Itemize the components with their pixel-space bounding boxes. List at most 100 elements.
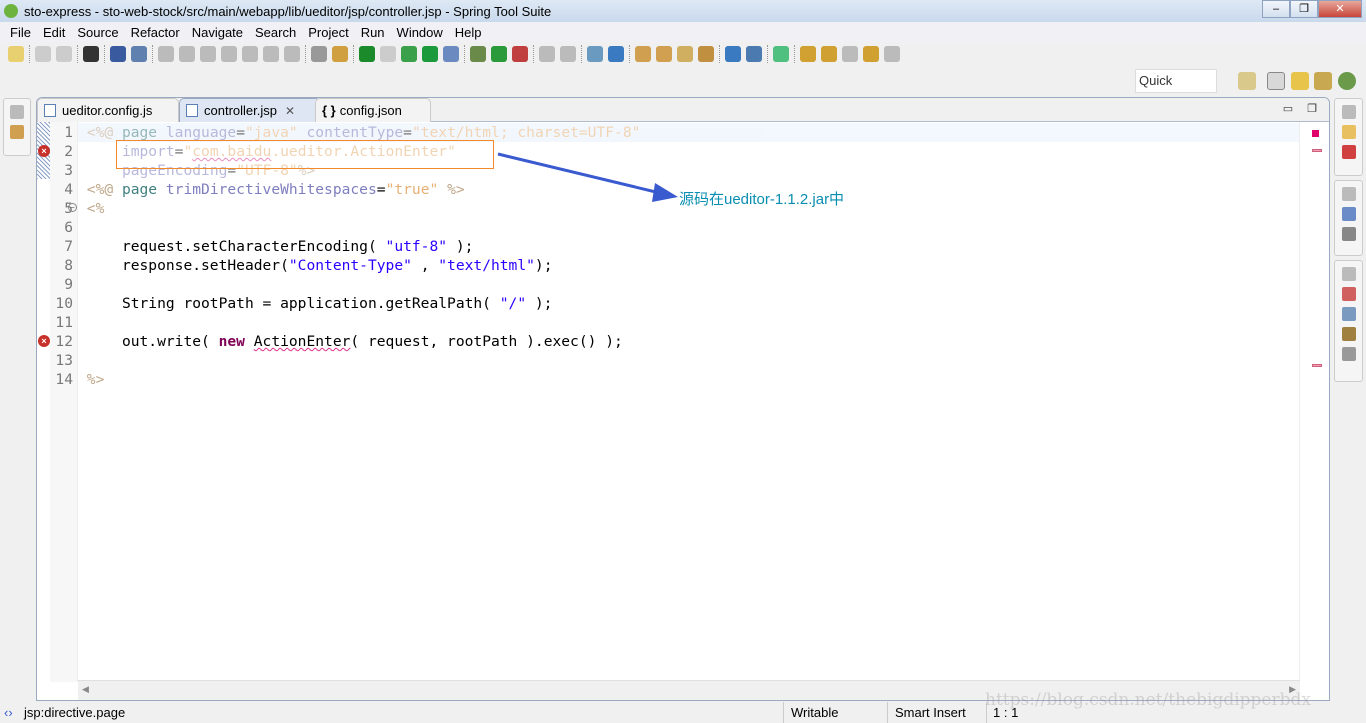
toolbar-button-icon[interactable] — [311, 46, 327, 62]
outline-icon[interactable] — [1341, 207, 1356, 221]
error-icon[interactable]: × — [38, 335, 50, 347]
toolbar-button-icon[interactable] — [332, 46, 348, 62]
servers-icon[interactable] — [1341, 287, 1356, 301]
toolbar-button-icon[interactable] — [842, 46, 858, 62]
toolbar-button-icon[interactable] — [863, 46, 879, 62]
toolbar-button-icon[interactable] — [677, 46, 693, 62]
toolbar-button-icon[interactable] — [821, 46, 837, 62]
toolbar-button-icon[interactable] — [587, 46, 603, 62]
menu-search[interactable]: Search — [249, 25, 302, 40]
fold-toggle-icon[interactable]: − — [68, 203, 77, 212]
toolbar-button-icon[interactable] — [83, 46, 99, 62]
toolbar-button-icon[interactable] — [380, 46, 396, 62]
toolbar-button-icon[interactable] — [635, 46, 651, 62]
menu-help[interactable]: Help — [449, 25, 488, 40]
console-icon[interactable] — [1341, 227, 1356, 241]
line-number: 4 — [64, 181, 73, 198]
toolbar-button-icon[interactable] — [56, 46, 72, 62]
toolbar-button-icon[interactable] — [443, 46, 459, 62]
progress-icon[interactable] — [1341, 327, 1356, 341]
toolbar-button-icon[interactable] — [491, 46, 507, 62]
restore-icon[interactable] — [1341, 105, 1356, 119]
overview-ruler[interactable] — [1299, 122, 1329, 682]
error-marker[interactable] — [1312, 364, 1322, 367]
menu-run[interactable]: Run — [355, 25, 391, 40]
toolbar-button-icon[interactable] — [401, 46, 417, 62]
maximize-button[interactable]: ❐ — [1290, 0, 1318, 18]
toolbar-button-icon[interactable] — [773, 46, 789, 62]
open-perspective-icon[interactable] — [1238, 72, 1256, 90]
toolbar-button-icon[interactable] — [284, 46, 300, 62]
menu-source[interactable]: Source — [71, 25, 124, 40]
data-source-icon[interactable] — [1341, 307, 1356, 321]
code-token: ( request, rootPath ).exec() ); — [350, 333, 623, 350]
restore-icon[interactable] — [1341, 267, 1356, 281]
toolbar-button-icon[interactable] — [263, 46, 279, 62]
line-number: 10 — [55, 295, 73, 312]
toolbar-button-icon[interactable] — [470, 46, 486, 62]
spring-perspective-icon[interactable] — [1267, 72, 1285, 90]
toolbar-button-icon[interactable] — [110, 46, 126, 62]
team-sync-perspective-icon[interactable] — [1314, 72, 1332, 90]
toolbar-button-icon[interactable] — [698, 46, 714, 62]
tab-ueditor-config-js[interactable]: ueditor.config.js — [37, 98, 179, 122]
properties-icon[interactable] — [1341, 347, 1356, 361]
code-line: String rootPath = application.getRealPat… — [78, 294, 1300, 313]
menu-window[interactable]: Window — [391, 25, 449, 40]
tasks-icon[interactable] — [1341, 125, 1356, 139]
maximize-editor-icon[interactable]: ❐ — [1307, 102, 1317, 115]
toolbar-button-icon[interactable] — [8, 46, 24, 62]
toolbar-button-icon[interactable] — [158, 46, 174, 62]
close-button[interactable]: ✕ — [1318, 0, 1362, 18]
toolbar-button-icon[interactable] — [656, 46, 672, 62]
tab-controller-jsp[interactable]: controller.jsp ✕ — [179, 98, 321, 122]
minimize-editor-icon[interactable]: ▭ — [1283, 102, 1293, 115]
error-indicator-icon — [1312, 130, 1319, 137]
breadcrumb[interactable]: jsp:directive.page — [24, 705, 125, 720]
toolbar-button-icon[interactable] — [359, 46, 375, 62]
toolbar-button-icon[interactable] — [422, 46, 438, 62]
line-number: 13 — [55, 352, 73, 369]
menu-project[interactable]: Project — [302, 25, 354, 40]
watermark: https://blog.csdn.net/thebigdipperbdx — [985, 690, 1311, 710]
debug-perspective-icon[interactable] — [1338, 72, 1356, 90]
toolbar-button-icon[interactable] — [608, 46, 624, 62]
highlight-box — [116, 140, 494, 169]
menu-refactor[interactable]: Refactor — [125, 25, 186, 40]
menu-file[interactable]: File — [4, 25, 37, 40]
tab-config-json[interactable]: { } config.json — [315, 98, 431, 122]
quick-access-input[interactable]: Quick Access — [1135, 69, 1217, 110]
minimize-button[interactable]: – — [1262, 0, 1290, 18]
toolbar-separator — [77, 45, 78, 63]
menu-bar: File Edit Source Refactor Navigate Search Proj… — [0, 22, 1366, 42]
toolbar-button-icon[interactable] — [221, 46, 237, 62]
annotation-text: 源码在ueditor-1.1.2.jar中 — [679, 191, 845, 208]
problems-icon[interactable] — [1341, 145, 1356, 159]
toolbar-button-icon[interactable] — [242, 46, 258, 62]
close-tab-icon[interactable]: ✕ — [285, 104, 295, 118]
code-line: out.write( new ActionEnter( request, roo… — [78, 332, 1300, 351]
toolbar-button-icon[interactable] — [725, 46, 741, 62]
code-token: "text/html" — [438, 257, 535, 274]
toolbar-separator — [152, 45, 153, 63]
toolbar-button-icon[interactable] — [200, 46, 216, 62]
menu-edit[interactable]: Edit — [37, 25, 71, 40]
package-explorer-icon[interactable] — [10, 125, 24, 139]
svn-perspective-icon[interactable] — [1291, 72, 1309, 90]
restore-icon[interactable] — [10, 105, 24, 119]
toolbar-button-icon[interactable] — [35, 46, 51, 62]
error-icon[interactable]: × — [38, 145, 50, 157]
toolbar-button-icon[interactable] — [512, 46, 528, 62]
scroll-left-icon[interactable]: ◀ — [82, 684, 89, 695]
toolbar-button-icon[interactable] — [131, 46, 147, 62]
error-marker[interactable] — [1312, 149, 1322, 152]
menu-navigate[interactable]: Navigate — [186, 25, 249, 40]
toolbar-button-icon[interactable] — [800, 46, 816, 62]
toolbar-button-icon[interactable] — [539, 46, 555, 62]
toolbar-button-icon[interactable] — [884, 46, 900, 62]
toolbar-button-icon[interactable] — [560, 46, 576, 62]
restore-icon[interactable] — [1341, 187, 1356, 201]
toolbar-button-icon[interactable] — [179, 46, 195, 62]
toolbar-button-icon[interactable] — [746, 46, 762, 62]
